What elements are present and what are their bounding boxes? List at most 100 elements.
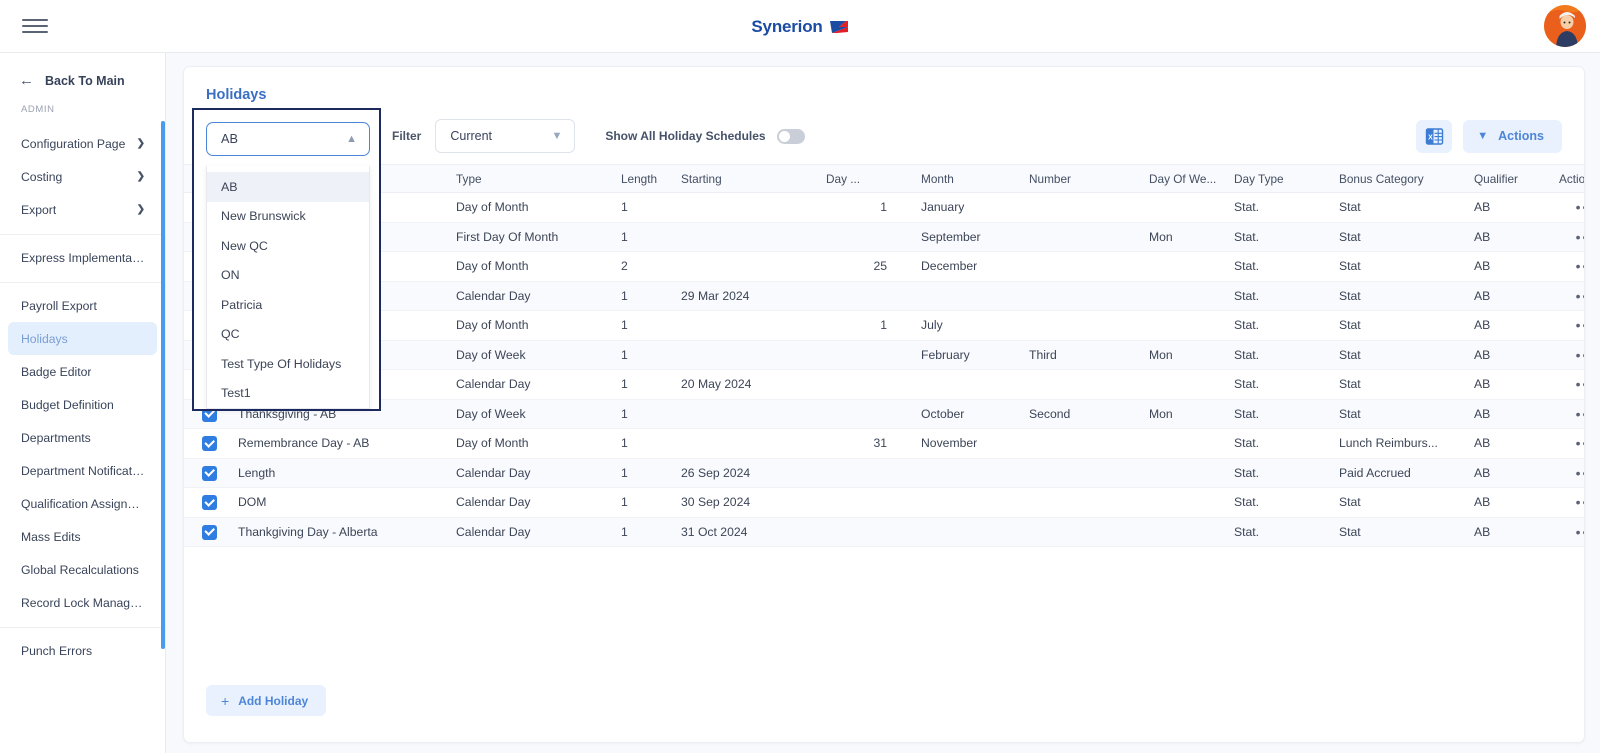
sidebar-scrollbar[interactable] <box>161 121 165 649</box>
cell-len: 1 <box>613 340 673 370</box>
show-all-schedules-toggle[interactable] <box>776 128 805 144</box>
column-header-act[interactable]: Actions <box>1551 164 1584 193</box>
row-more-actions-icon[interactable]: ••• <box>1576 199 1584 215</box>
column-header-type[interactable]: Type <box>448 164 613 193</box>
cell-month: December <box>913 251 1021 282</box>
row-checkbox[interactable] <box>202 436 217 452</box>
sidebar-item-costing[interactable]: Costing ❯ <box>8 160 157 193</box>
sidebar-item-punch-errors[interactable]: Punch Errors <box>8 634 157 667</box>
dropdown-option[interactable]: Test1 <box>207 379 369 409</box>
brand-name: Synerion <box>751 16 823 36</box>
holiday-schedule-select[interactable]: AB ▲ <box>206 122 370 156</box>
column-header-dow[interactable]: Day Of We... <box>1141 164 1226 193</box>
column-header-day[interactable]: Day ... <box>818 164 913 193</box>
sidebar-group: Configuration Page ❯ Costing ❯ Export ❯ <box>0 121 165 234</box>
sidebar-item-mass-edits[interactable]: Mass Edits <box>8 520 157 553</box>
sidebar-item-qualification-assignments[interactable]: Qualification Assignments <box>8 487 157 520</box>
row-checkbox[interactable] <box>202 465 217 481</box>
row-more-actions-icon[interactable]: ••• <box>1576 524 1584 540</box>
column-header-num[interactable]: Number <box>1021 164 1141 193</box>
hamburger-icon[interactable] <box>22 13 48 39</box>
cell-dtype: Stat. <box>1226 428 1331 459</box>
cell-day <box>818 340 913 370</box>
table-row[interactable]: Calendar Day129 Mar 2024 Stat.StatAB ••• <box>184 281 1584 311</box>
cell-day <box>818 399 913 429</box>
sidebar-item-budget-definition[interactable]: Budget Definition <box>8 388 157 421</box>
column-header-len[interactable]: Length <box>613 164 673 193</box>
table-row[interactable]: Day of Month11JulyStat.StatAB••• <box>184 310 1584 341</box>
filter-select[interactable]: Current ▼ <box>435 119 576 153</box>
cell-bonus: Paid Accrued <box>1331 458 1466 488</box>
table-row[interactable]: Thankgiving Day - Alberta Calendar Day 1 31… <box>184 517 1584 547</box>
sidebar-item-export[interactable]: Export ❯ <box>8 193 157 226</box>
sidebar-item-record-lock-management[interactable]: Record Lock Management <box>8 586 157 619</box>
row-more-actions-icon[interactable]: ••• <box>1576 317 1584 333</box>
column-header-start[interactable]: Starting <box>673 164 818 193</box>
sidebar-item-departments[interactable]: Departments <box>8 421 157 454</box>
row-checkbox[interactable] <box>202 495 217 511</box>
dropdown-option[interactable]: ON <box>207 261 369 291</box>
row-checkbox[interactable] <box>202 524 217 540</box>
chevron-right-icon: ❯ <box>136 171 145 182</box>
cell-start <box>673 192 818 223</box>
holiday-schedule-option-list[interactable]: AB New Brunswick New QC ON Patricia QC Test Ty… <box>206 166 370 409</box>
table-row[interactable]: Thanksgiving - AB Day of Week 1 October Seco… <box>184 399 1584 429</box>
cell-dtype: Stat. <box>1226 222 1331 252</box>
sidebar-item-payroll-export[interactable]: Payroll Export <box>8 289 157 322</box>
holidays-card: Holidays AB ▼ Filter Current ▼ Show All … <box>183 66 1585 743</box>
actions-button[interactable]: ▼ Actions <box>1463 119 1562 153</box>
row-more-actions-icon[interactable]: ••• <box>1576 347 1584 363</box>
row-more-actions-icon[interactable]: ••• <box>1576 406 1584 422</box>
cell-start <box>673 340 818 370</box>
dropdown-option[interactable]: QC <box>207 320 369 350</box>
sidebar-item-label: Payroll Export <box>21 298 97 313</box>
column-header-qual[interactable]: Qualifier <box>1466 164 1551 193</box>
cell-type: First Day Of Month <box>448 222 613 252</box>
row-more-actions-icon[interactable]: ••• <box>1576 435 1584 451</box>
table-row[interactable]: First Day Of Month 1 September Mon Stat. Stat… <box>184 222 1584 252</box>
cell-dow: Mon <box>1141 340 1226 370</box>
row-actions-cell: ••• <box>1551 458 1584 488</box>
table-row[interactable]: Day of Month11JanuaryStat.StatAB••• <box>184 192 1584 223</box>
table-row[interactable]: DOMCalendar Day130 Sep 2024 Stat.StatAB ••… <box>184 487 1584 518</box>
column-header-month[interactable]: Month <box>913 164 1021 193</box>
table-row[interactable]: Day of Week 1 February Third Mon Stat. Stat AB •… <box>184 340 1584 370</box>
sidebar-item-configuration-page[interactable]: Configuration Page ❯ <box>8 127 157 160</box>
row-more-actions-icon[interactable]: ••• <box>1576 465 1584 481</box>
cell-type: Calendar Day <box>448 281 613 311</box>
table-row[interactable]: Day of Month2 25December Stat.StatAB ••• <box>184 251 1584 282</box>
sidebar-item-holidays[interactable]: Holidays <box>8 322 157 355</box>
table-row[interactable]: Length Calendar Day 1 26 Sep 2024 Stat. Paid … <box>184 458 1584 488</box>
row-select-cell <box>184 517 230 547</box>
cell-month: September <box>913 222 1021 252</box>
cell-num <box>1021 369 1141 400</box>
back-to-main-button[interactable]: ← Back To Main <box>0 53 165 102</box>
sidebar-item-badge-editor[interactable]: Badge Editor <box>8 355 157 388</box>
row-more-actions-icon[interactable]: ••• <box>1576 258 1584 274</box>
row-more-actions-icon[interactable]: ••• <box>1576 376 1584 392</box>
dropdown-option[interactable]: Test Type Of Holidays <box>207 349 369 379</box>
add-holiday-button[interactable]: + Add Holiday <box>206 685 327 716</box>
dropdown-option[interactable]: Patricia <box>207 290 369 320</box>
cell-dtype: Stat. <box>1226 369 1331 400</box>
cell-dow <box>1141 487 1226 518</box>
excel-export-icon[interactable]: X <box>1416 119 1453 153</box>
sidebar-item-department-notifications[interactable]: Department Notifications <box>8 454 157 487</box>
table-row[interactable]: Calendar Day120 May 2024 Stat.StatAB ••• <box>184 369 1584 400</box>
sidebar-item-global-recalculations[interactable]: Global Recalculations <box>8 553 157 586</box>
column-header-dtype[interactable]: Day Type <box>1226 164 1331 193</box>
sidebar-item-express-implementation-p[interactable]: Express Implementation P... <box>8 241 157 274</box>
user-avatar[interactable] <box>1544 5 1586 47</box>
dropdown-option[interactable]: New Brunswick <box>207 202 369 232</box>
row-more-actions-icon[interactable]: ••• <box>1576 494 1584 510</box>
table-row[interactable]: Remembrance Day - AB Day of Month 1 31 Novem… <box>184 428 1584 459</box>
row-more-actions-icon[interactable]: ••• <box>1576 288 1584 304</box>
dropdown-option[interactable]: AB <box>207 172 369 202</box>
column-header-bonus[interactable]: Bonus Category <box>1331 164 1466 193</box>
dropdown-option[interactable]: New QC <box>207 231 369 261</box>
sidebar-item-label: Export <box>21 202 57 217</box>
main-stage: Holidays AB ▼ Filter Current ▼ Show All … <box>166 53 1600 753</box>
cell-dow <box>1141 458 1226 488</box>
chevron-down-icon: ▼ <box>551 130 563 142</box>
row-more-actions-icon[interactable]: ••• <box>1576 229 1584 245</box>
